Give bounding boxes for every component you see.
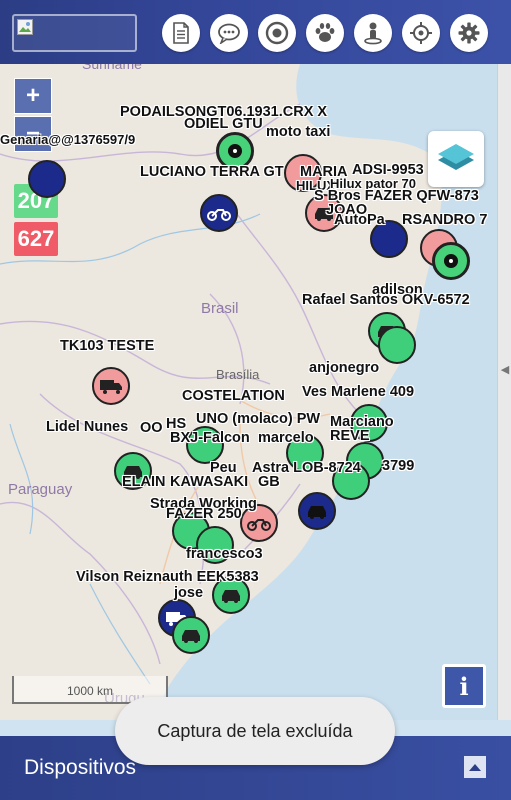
vehicle-label[interactable]: jose	[174, 585, 203, 601]
car-icon	[182, 630, 200, 643]
paw-icon	[315, 23, 335, 42]
top-toolbar	[0, 0, 511, 64]
vehicle-label[interactable]: KAWASAKI	[170, 474, 248, 490]
place-label-suriname: Suriname	[82, 64, 142, 72]
vehicle-label[interactable]: marcelo	[258, 430, 314, 446]
chevron-up-icon	[469, 764, 481, 771]
expand-devices-button[interactable]	[464, 756, 486, 778]
vehicle-marker[interactable]	[432, 242, 470, 280]
company-logo[interactable]	[12, 14, 137, 52]
car-icon	[222, 590, 240, 603]
vehicle-label[interactable]: UNO (molaco) PW	[196, 411, 320, 427]
settings-button[interactable]	[450, 14, 488, 52]
pets-button[interactable]	[306, 14, 344, 52]
layers-button[interactable]	[428, 131, 484, 187]
vehicle-marker[interactable]	[200, 194, 238, 232]
vehicle-label[interactable]: ELAIN	[122, 474, 166, 490]
vehicle-label[interactable]: OO	[140, 420, 163, 436]
vehicle-label[interactable]: COSTELATION	[182, 388, 285, 404]
chevron-left-icon[interactable]: ◀	[498, 354, 511, 384]
vehicle-label[interactable]: RSANDRO 7	[402, 212, 487, 228]
truck-icon	[100, 380, 122, 394]
vehicle-marker[interactable]	[92, 367, 130, 405]
crosshair-icon	[410, 22, 432, 44]
motorcycle-icon	[247, 519, 271, 531]
vehicle-label[interactable]: FAZER 250	[166, 506, 242, 522]
vehicle-label[interactable]: 3799	[382, 458, 414, 474]
chat-icon	[218, 23, 240, 44]
vehicle-label[interactable]: ODIEL GTU	[184, 116, 263, 132]
layers-icon	[438, 144, 474, 170]
vehicle-marker[interactable]	[28, 160, 66, 198]
vehicle-label[interactable]: Rafael Santos OKV-6572	[302, 292, 470, 308]
vehicle-label[interactable]: LUCIANO TERRA GT	[140, 164, 284, 180]
person-icon	[364, 22, 382, 45]
vehicle-marker[interactable]	[378, 326, 416, 364]
offline-count-badge[interactable]: 627	[14, 222, 58, 256]
vehicle-label[interactable]: moto taxi	[266, 124, 330, 140]
vehicle-label[interactable]: Lidel Nunes	[46, 419, 128, 435]
broken-image-icon	[17, 19, 33, 35]
target-icon	[265, 21, 289, 45]
person-button[interactable]	[354, 14, 392, 52]
info-button[interactable]: i	[442, 664, 486, 708]
vehicle-label[interactable]: Vilson Reiznauth EEK5383	[76, 569, 259, 585]
vehicle-label[interactable]: anjonegro	[309, 360, 379, 376]
car-icon	[308, 506, 326, 519]
vehicle-marker[interactable]	[172, 616, 210, 654]
messages-button[interactable]	[210, 14, 248, 52]
map-view[interactable]: Suriname Brasil Brasília Paraguay Urugu …	[0, 64, 497, 720]
toast-message: Captura de tela excluída	[115, 697, 395, 765]
vehicle-label[interactable]: Ves Marlene 409	[302, 384, 414, 400]
vehicle-label[interactable]: AutoPa	[334, 212, 385, 228]
vehicle-marker[interactable]	[298, 492, 336, 530]
place-label-brasil: Brasil	[201, 300, 239, 317]
vehicle-label[interactable]: francesco3	[186, 546, 263, 562]
vehicle-label[interactable]: BXJ-Falcon	[170, 430, 250, 446]
locate-button[interactable]	[402, 14, 440, 52]
motorcycle-icon	[207, 209, 231, 221]
geofence-button[interactable]	[258, 14, 296, 52]
vehicle-label[interactable]: TK103 TESTE	[60, 338, 154, 354]
zoom-in-button[interactable]: +	[14, 78, 52, 114]
place-label-brasilia: Brasília	[216, 367, 260, 382]
devices-panel-title: Dispositivos	[24, 756, 137, 779]
place-label-paraguay: Paraguay	[8, 481, 73, 498]
reports-button[interactable]	[162, 14, 200, 52]
vehicle-label[interactable]: REVE	[330, 428, 370, 444]
vehicle-label[interactable]: GB	[258, 474, 280, 490]
gear-icon	[458, 22, 480, 44]
side-panel-handle[interactable]: ◀	[497, 64, 511, 720]
vehicle-label[interactable]: Genaria@@1376597/9	[0, 132, 135, 147]
document-icon	[173, 22, 189, 44]
